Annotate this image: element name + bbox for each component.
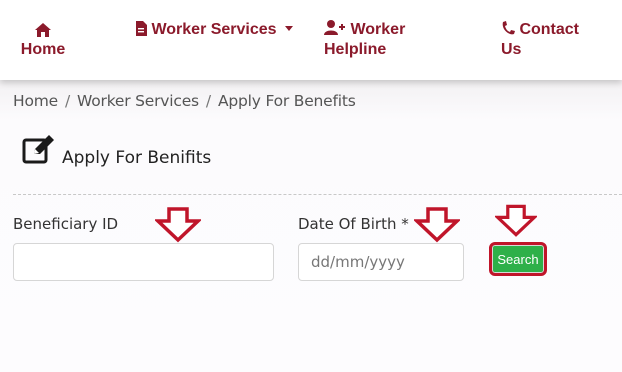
nav-worker-helpline[interactable]: Worker Helpline: [324, 20, 405, 60]
nav-worker-services-label: Worker Services: [151, 21, 277, 38]
file-icon: [135, 21, 151, 38]
nav-worker-services[interactable]: Worker Services: [135, 20, 294, 40]
breadcrumb-separator: /: [64, 92, 71, 110]
down-arrow-icon: [495, 204, 537, 237]
nav-contact-label-2: Us: [501, 41, 522, 58]
nav-contact-us[interactable]: Contact Us: [501, 20, 579, 60]
page-title: Apply For Benifits: [22, 134, 212, 169]
nav-helpline-label-1: Worker: [350, 21, 406, 38]
section-divider: [13, 194, 622, 195]
page-title-text: Apply For Benifits: [62, 148, 212, 168]
breadcrumb-current: Apply For Benefits: [217, 92, 356, 110]
nav-home-label: Home: [20, 41, 66, 58]
edit-icon: [22, 134, 56, 169]
down-arrow-icon: [414, 207, 460, 243]
breadcrumb-separator: /: [205, 92, 211, 110]
nav-contact-label-1: Contact: [519, 21, 580, 38]
down-arrow-icon: [155, 207, 201, 243]
top-navbar: Home Worker Services Worker Helpline Con…: [0, 0, 622, 80]
breadcrumb-worker-services[interactable]: Worker Services: [77, 92, 199, 110]
user-plus-icon: [324, 20, 350, 38]
breadcrumb: Home / Worker Services / Apply For Benefits: [13, 92, 356, 110]
chevron-down-icon: [285, 26, 294, 31]
phone-icon: [501, 21, 519, 38]
beneficiary-id-label: Beneficiary ID: [13, 215, 119, 233]
nav-helpline-label-2: Helpline: [324, 41, 387, 58]
date-of-birth-label: Date Of Birth *: [298, 215, 409, 233]
search-button[interactable]: Search: [489, 242, 547, 276]
nav-home[interactable]: Home: [20, 22, 66, 60]
breadcrumb-home[interactable]: Home: [13, 92, 58, 110]
beneficiary-id-input[interactable]: [13, 243, 274, 281]
date-of-birth-input[interactable]: [298, 243, 464, 281]
home-icon: [20, 22, 66, 40]
